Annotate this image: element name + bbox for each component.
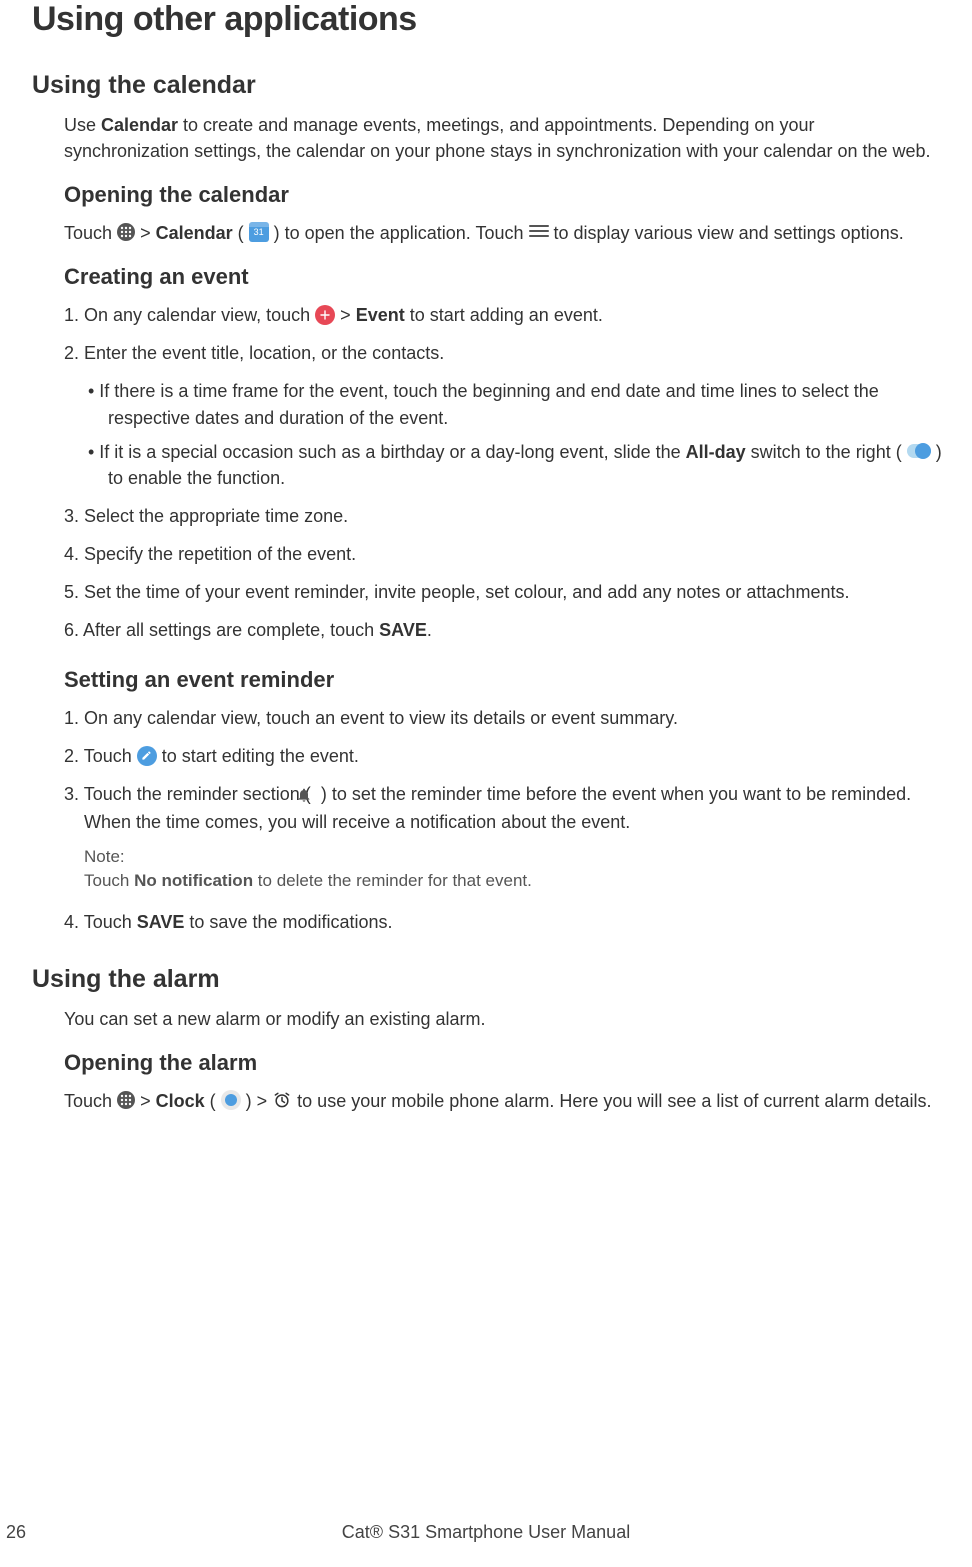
section-using-alarm: Using the alarm	[32, 965, 942, 994]
edit-icon	[137, 746, 157, 766]
create-bullet-1: • If there is a time frame for the event…	[88, 378, 942, 430]
create-step-6: 6. After all settings are complete, touc…	[64, 617, 942, 643]
calendar-intro: Use Calendar to create and manage events…	[64, 112, 942, 164]
calendar-app-icon: 31	[249, 222, 269, 242]
page-title: Using other applications	[32, 0, 942, 39]
create-step-4: 4. Specify the repetition of the event.	[64, 541, 942, 567]
reminder-step-3: 3. Touch the reminder section ( ) to set…	[64, 781, 942, 834]
toggle-on-icon	[907, 444, 931, 458]
menu-icon	[529, 225, 549, 239]
create-step-1: 1. On any calendar view, touch > Event t…	[64, 302, 942, 328]
heading-creating-event: Creating an event	[64, 264, 942, 290]
page-footer: 26 Cat® S31 Smartphone User Manual	[0, 1522, 972, 1543]
alarm-clock-icon	[272, 1090, 292, 1110]
apps-grid-icon	[117, 223, 135, 241]
heading-opening-alarm: Opening the alarm	[64, 1050, 942, 1076]
opening-alarm-text: Touch > Clock ( ) > to use your mobile p…	[64, 1088, 942, 1114]
page-number: 26	[6, 1522, 26, 1543]
opening-calendar-text: Touch > Calendar ( 31 ) to open the appl…	[64, 220, 942, 246]
create-step-2: 2. Enter the event title, location, or t…	[64, 340, 942, 366]
clock-app-icon	[221, 1090, 241, 1110]
create-step-5: 5. Set the time of your event reminder, …	[64, 579, 942, 605]
reminder-step-1: 1. On any calendar view, touch an event …	[64, 705, 942, 731]
section-using-calendar: Using the calendar	[32, 71, 942, 100]
plus-icon	[315, 305, 335, 325]
reminder-step-4: 4. Touch SAVE to save the modifications.	[64, 909, 942, 935]
heading-opening-calendar: Opening the calendar	[64, 182, 942, 208]
heading-setting-reminder: Setting an event reminder	[64, 667, 942, 693]
create-bullet-2: • If it is a special occasion such as a …	[88, 439, 942, 491]
create-step-3: 3. Select the appropriate time zone.	[64, 503, 942, 529]
apps-grid-icon	[117, 1091, 135, 1109]
footer-title: Cat® S31 Smartphone User Manual	[342, 1522, 630, 1543]
reminder-note: Note: Touch No notification to delete th…	[84, 847, 942, 893]
alarm-intro: You can set a new alarm or modify an exi…	[64, 1006, 942, 1032]
reminder-step-2: 2. Touch to start editing the event.	[64, 743, 942, 769]
